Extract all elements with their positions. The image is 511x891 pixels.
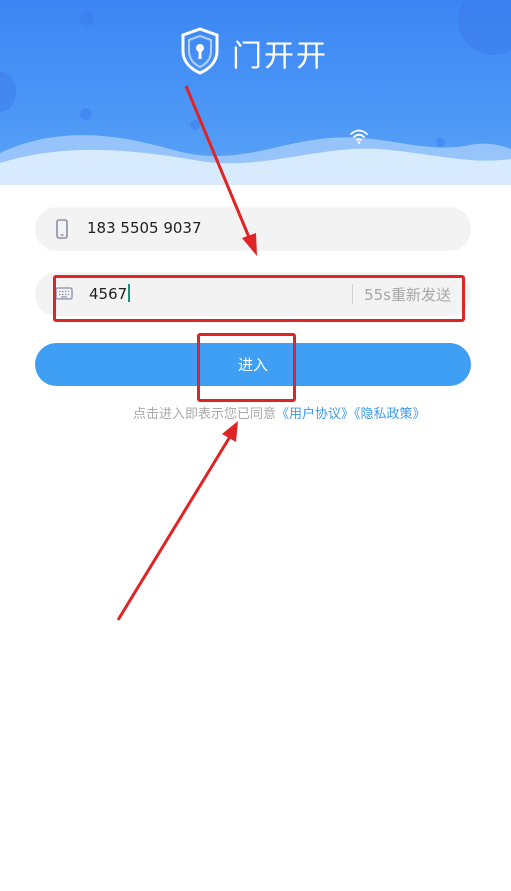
app-title: 门开开 bbox=[232, 39, 328, 74]
agreement-prefix: 点击进入即表示您已同意 bbox=[133, 407, 277, 422]
header-banner: 门开开 bbox=[0, 0, 511, 185]
annotation-highlight-code-field bbox=[53, 275, 465, 322]
decor-bubble bbox=[80, 12, 94, 26]
privacy-policy-link[interactable]: 《隐私政策》 bbox=[354, 407, 426, 422]
phone-input-value: 183 5505 9037 bbox=[87, 219, 202, 237]
decor-bubble bbox=[458, 0, 511, 55]
phone-icon bbox=[55, 219, 69, 243]
decor-bubble bbox=[0, 72, 16, 112]
annotation-highlight-enter-button bbox=[197, 333, 296, 402]
agreement-text: 点击进入即表示您已同意《用户协议》《隐私政策》 bbox=[133, 403, 426, 422]
annotation-arrow-up bbox=[116, 421, 238, 621]
shield-keyhole-icon bbox=[178, 26, 222, 80]
wifi-icon bbox=[349, 128, 369, 148]
header-wave bbox=[0, 135, 511, 185]
app-logo: 门开开 bbox=[178, 26, 328, 80]
user-agreement-link[interactable]: 《用户协议》 bbox=[276, 407, 354, 422]
phone-field[interactable]: 183 5505 9037 bbox=[35, 207, 471, 251]
